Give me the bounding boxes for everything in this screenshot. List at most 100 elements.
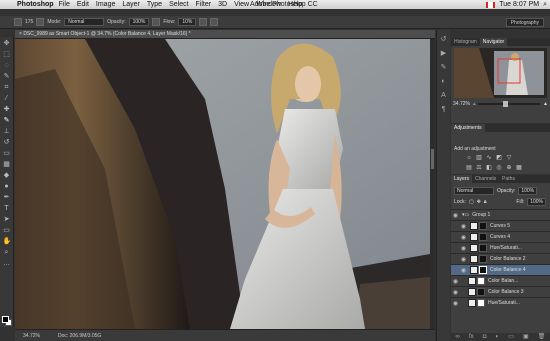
- exposure-icon[interactable]: ◩: [495, 154, 503, 162]
- pressure-size-icon[interactable]: [210, 18, 219, 26]
- layer-mask-thumbnail[interactable]: [479, 255, 487, 263]
- layer-mask-thumbnail[interactable]: [479, 244, 487, 252]
- brush-size[interactable]: 175: [25, 19, 33, 25]
- shape-tool-icon[interactable]: ▭: [3, 227, 11, 235]
- hand-tool-icon[interactable]: ✋: [3, 238, 12, 246]
- visibility-eye-icon[interactable]: ◉: [459, 256, 468, 263]
- layer-mask-thumbnail[interactable]: [479, 222, 487, 230]
- foreground-color-swatch[interactable]: [2, 316, 9, 323]
- eyedropper-tool-icon[interactable]: ⁄: [3, 95, 11, 103]
- layer-blend-mode-select[interactable]: Normal: [454, 186, 494, 195]
- mode-select[interactable]: Normal: [64, 18, 105, 26]
- navigator-preview[interactable]: [454, 48, 547, 98]
- menu-filter[interactable]: Filter: [196, 1, 212, 8]
- pressure-opacity-icon[interactable]: [152, 18, 161, 26]
- layer-row[interactable]: ◉ Color Balance 3: [451, 286, 550, 297]
- zoom-tool-icon[interactable]: ⌕: [3, 249, 11, 257]
- tab-navigator[interactable]: Navigator: [479, 38, 508, 46]
- vibrance-icon[interactable]: ▽: [505, 154, 513, 162]
- more-tools-icon[interactable]: …: [3, 260, 11, 268]
- zoom-slider-knob[interactable]: [503, 101, 509, 107]
- zoom-level[interactable]: 34.72%: [23, 333, 40, 339]
- airbrush-icon[interactable]: [199, 18, 208, 26]
- tab-histogram[interactable]: Histogram: [451, 38, 480, 46]
- layer-row[interactable]: ◉ Color Balance 2: [451, 253, 550, 264]
- search-icon[interactable]: ⌕: [543, 1, 547, 9]
- layer-row[interactable]: ◉ Color Balan...: [451, 275, 550, 286]
- layer-mask-thumbnail[interactable]: [477, 277, 485, 285]
- app-menu[interactable]: Photoshop: [17, 1, 54, 8]
- visibility-eye-icon[interactable]: ◉: [459, 223, 468, 230]
- actions-panel-icon[interactable]: ▶: [439, 49, 448, 58]
- document-canvas[interactable]: [15, 39, 430, 329]
- color-lookup-icon[interactable]: ▦: [515, 164, 523, 172]
- tab-layers[interactable]: Layers: [451, 175, 473, 183]
- tab-adjustments[interactable]: Adjustments: [451, 124, 485, 132]
- paragraph-panel-icon[interactable]: ¶: [439, 105, 448, 114]
- workspace-select[interactable]: Photography: [505, 18, 544, 27]
- healing-brush-tool-icon[interactable]: ✚: [3, 106, 11, 114]
- link-layers-icon[interactable]: ∞: [456, 333, 460, 341]
- layer-opacity-field[interactable]: 100%: [518, 186, 538, 195]
- character-panel-icon[interactable]: A: [439, 91, 448, 100]
- brush-preset-icon[interactable]: [14, 18, 22, 26]
- menu-view[interactable]: View: [234, 1, 249, 8]
- move-tool-icon[interactable]: ✥: [3, 40, 11, 48]
- menu-select[interactable]: Select: [169, 1, 188, 8]
- curves-icon[interactable]: ∿: [485, 154, 493, 162]
- visibility-eye-icon[interactable]: ◉: [451, 300, 460, 307]
- properties-panel-icon[interactable]: ◐: [439, 77, 448, 86]
- pen-tool-icon[interactable]: ✒: [3, 194, 11, 202]
- history-brush-tool-icon[interactable]: ↺: [3, 139, 11, 147]
- layer-row-selected[interactable]: ◉ Color Balance 4: [451, 264, 550, 275]
- lock-position-icon[interactable]: ✥: [477, 199, 481, 205]
- layer-mask-thumbnail[interactable]: [479, 266, 487, 274]
- lock-all-icon[interactable]: 🔒︎: [484, 199, 487, 205]
- add-mask-icon[interactable]: ◘: [483, 333, 487, 341]
- brightness-icon[interactable]: ☼: [465, 154, 473, 162]
- visibility-eye-icon[interactable]: ◉: [459, 245, 468, 252]
- close-document-icon[interactable]: ×: [19, 31, 22, 37]
- visibility-eye-icon[interactable]: ◉: [451, 212, 460, 219]
- canvas-vertical-scrollbar[interactable]: [430, 39, 435, 329]
- menu-layer[interactable]: Layer: [122, 1, 140, 8]
- quick-select-tool-icon[interactable]: ✎: [3, 73, 11, 81]
- lasso-tool-icon[interactable]: ◌: [3, 62, 11, 70]
- clock[interactable]: Tue 8:07 PM: [499, 1, 539, 8]
- gradient-tool-icon[interactable]: ▦: [3, 161, 11, 169]
- trash-icon[interactable]: 🗑︎: [538, 333, 546, 341]
- layer-row[interactable]: ◉ Curves 4: [451, 231, 550, 242]
- zoom-out-icon[interactable]: ▵: [473, 101, 476, 107]
- document-tab[interactable]: × DSC_9989 as Smart Object-1 @ 34.7% (Co…: [15, 30, 435, 39]
- layer-row[interactable]: ◉ Curves 5: [451, 220, 550, 231]
- brush-panel-icon[interactable]: [36, 18, 45, 26]
- menu-3d[interactable]: 3D: [218, 1, 227, 8]
- fill-field[interactable]: 100%: [527, 197, 546, 206]
- photo-filter-icon[interactable]: ◎: [495, 164, 503, 172]
- layer-row[interactable]: ◉ Hue/Saturati...: [451, 242, 550, 253]
- channel-mixer-icon[interactable]: ⊕: [505, 164, 513, 172]
- opacity-field[interactable]: 100%: [128, 18, 150, 26]
- path-selection-tool-icon[interactable]: ➤: [3, 216, 11, 224]
- levels-icon[interactable]: ▥: [475, 154, 483, 162]
- clone-stamp-tool-icon[interactable]: ⊥: [3, 128, 11, 136]
- layer-style-icon[interactable]: fx: [469, 333, 474, 341]
- navigator-zoom-value[interactable]: 34.72%: [453, 101, 470, 107]
- document-size[interactable]: Doc: 206.9M/3.05G: [58, 333, 101, 339]
- menu-type[interactable]: Type: [147, 1, 162, 8]
- zoom-slider[interactable]: [478, 101, 541, 107]
- brush-tool-icon[interactable]: ✎: [3, 117, 11, 125]
- color-balance-icon[interactable]: ⚖: [475, 164, 483, 172]
- new-group-icon[interactable]: ▭: [508, 333, 514, 341]
- black-white-icon[interactable]: ◧: [485, 164, 493, 172]
- tab-channels[interactable]: Channels: [472, 175, 499, 183]
- hue-saturation-icon[interactable]: ▤: [465, 164, 473, 172]
- menu-image[interactable]: Image: [96, 1, 115, 8]
- new-adjustment-icon[interactable]: ◐: [495, 333, 499, 341]
- visibility-eye-icon[interactable]: ◉: [451, 289, 460, 296]
- new-layer-icon[interactable]: ▣: [523, 333, 529, 341]
- lock-pixels-icon[interactable]: ▢: [469, 199, 474, 205]
- layer-group[interactable]: ◉ ▾▭ Group 1: [451, 209, 550, 220]
- eraser-tool-icon[interactable]: ▭: [3, 150, 11, 158]
- history-panel-icon[interactable]: ↺: [439, 35, 448, 44]
